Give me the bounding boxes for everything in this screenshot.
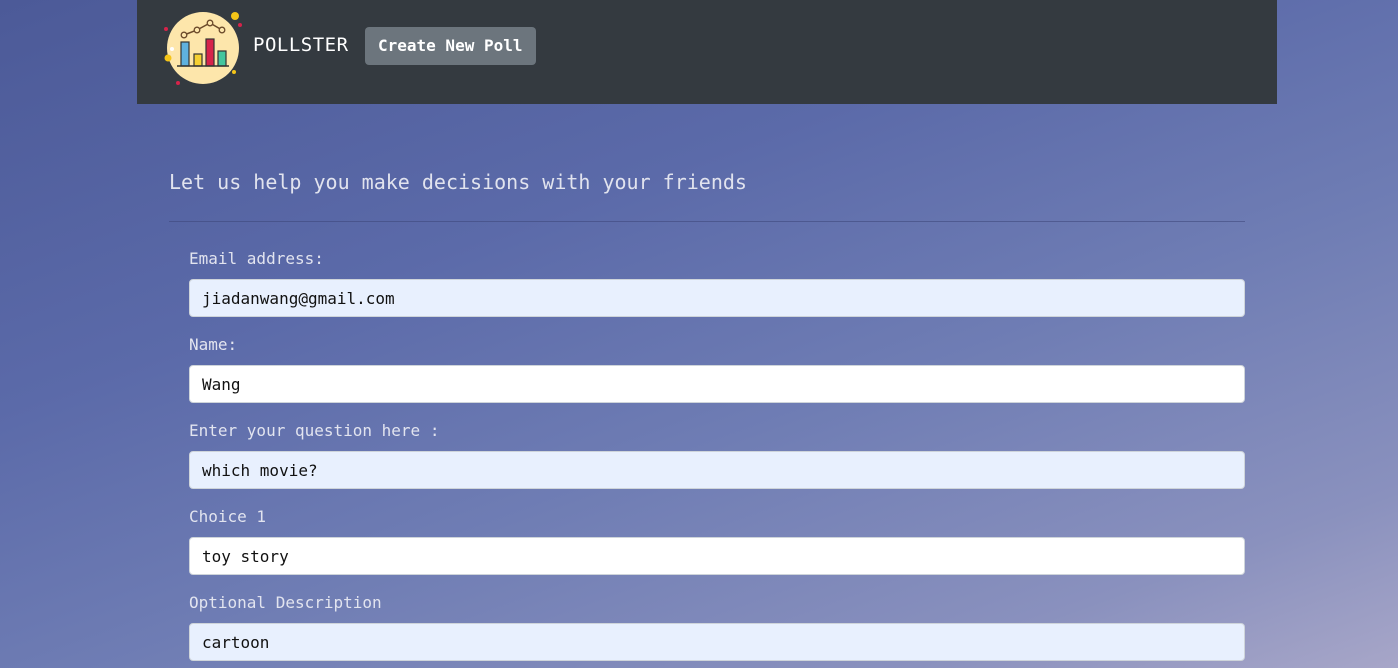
choice-1-field[interactable] — [189, 537, 1245, 575]
bar-chart-logo-icon[interactable] — [161, 6, 245, 90]
question-label: Enter your question here : — [189, 421, 440, 440]
email-field[interactable] — [189, 279, 1245, 317]
name-field[interactable] — [189, 365, 1245, 403]
email-label: Email address: — [189, 249, 324, 268]
question-field[interactable] — [189, 451, 1245, 489]
navbar: POLLSTER Create New Poll — [137, 0, 1277, 104]
divider — [169, 221, 1245, 222]
name-label: Name: — [189, 335, 238, 354]
optional-description-label: Optional Description — [189, 593, 382, 612]
brand-name[interactable]: POLLSTER — [253, 34, 349, 56]
create-new-poll-button[interactable]: Create New Poll — [365, 27, 536, 65]
page-tagline: Let us help you make decisions with your… — [169, 170, 747, 194]
optional-description-field[interactable] — [189, 623, 1245, 661]
choice-1-label: Choice 1 — [189, 507, 267, 526]
